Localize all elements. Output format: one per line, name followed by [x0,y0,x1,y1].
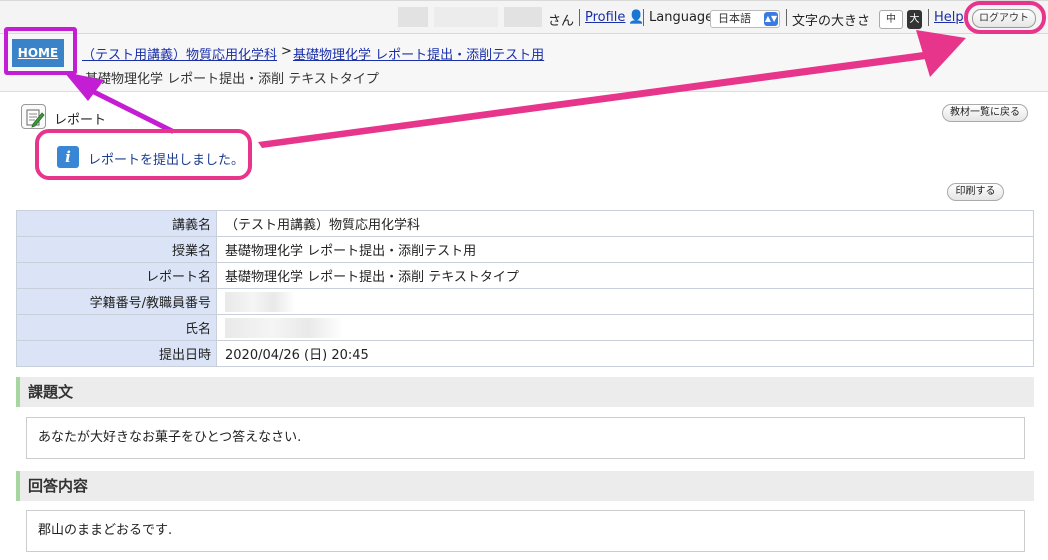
report-details-table: 講義名 （テスト用講義）物質応用化学科 授業名 基礎物理化学 レポート提出・添削… [16,210,1034,367]
row-value: 基礎物理化学 レポート提出・添削 テキストタイプ [216,262,1034,289]
table-row: レポート名 基礎物理化学 レポート提出・添削 テキストタイプ [16,262,1034,289]
redacted-username [504,7,542,27]
language-label: Language [649,10,714,25]
assignment-heading: 課題文 [16,377,1034,407]
breadcrumb-separator: > [281,44,292,59]
section-title: レポート [54,113,107,128]
redacted-username [398,7,428,27]
top-bar: さん Profile 👤 Language 日本語 ▲▼ 文字の大きさ 中 大 … [0,0,1048,34]
row-value: （テスト用講義）物質応用化学科 [216,210,1034,237]
divider [643,9,644,26]
table-row: 氏名 [16,314,1034,341]
redacted-name [225,317,343,338]
divider [579,9,580,26]
highlight-message [35,129,252,180]
divider [786,9,787,26]
answer-text: 郡山のままどおるです. [26,510,1025,552]
breadcrumb-course[interactable]: （テスト用講義）物質応用化学科 [82,44,277,63]
table-row: 学籍番号/教職員番号 [16,288,1034,315]
row-label: 授業名 [16,236,217,263]
profile-icon[interactable]: 👤 [628,10,644,25]
highlight-home [4,27,77,75]
breadcrumb-class[interactable]: 基礎物理化学 レポート提出・添削テスト用 [293,44,544,63]
font-size-label: 文字の大きさ [792,14,871,29]
row-value-redacted [216,288,1034,315]
back-to-materials-button[interactable]: 教材一覧に戻る [942,104,1028,122]
language-value: 日本語 [718,12,751,25]
row-value-redacted [216,314,1034,341]
print-button[interactable]: 印刷する [947,183,1004,201]
row-label: 講義名 [16,210,217,237]
page-subtitle: 基礎物理化学 レポート提出・添削 テキストタイプ [85,72,379,87]
row-label: 氏名 [16,314,217,341]
row-value: 基礎物理化学 レポート提出・添削テスト用 [216,236,1034,263]
row-label: 学籍番号/教職員番号 [16,288,217,315]
assignment-text: あなたが大好きなお菓子をひとつ答えなさい. [26,417,1025,459]
highlight-logout [964,1,1046,34]
font-size-large-button[interactable]: 大 [907,10,922,29]
table-row: 授業名 基礎物理化学 レポート提出・添削テスト用 [16,236,1034,263]
table-row: 講義名 （テスト用講義）物質応用化学科 [16,210,1034,237]
select-chevron-icon: ▲▼ [764,12,778,26]
user-suffix: さん [548,14,575,29]
language-select[interactable]: 日本語 ▲▼ [710,10,780,28]
row-label: レポート名 [16,262,217,289]
report-edit-icon [21,104,46,129]
answer-heading: 回答内容 [16,471,1034,501]
help-link[interactable]: Help [934,10,964,25]
divider [928,9,929,26]
redacted-username [434,7,498,27]
redacted-id [225,291,295,312]
row-label: 提出日時 [16,340,217,367]
table-row: 提出日時 2020/04/26 (日) 20:45 [16,340,1034,367]
profile-link[interactable]: Profile [585,10,625,25]
row-value: 2020/04/26 (日) 20:45 [216,340,1034,367]
font-size-medium-button[interactable]: 中 [879,10,903,29]
